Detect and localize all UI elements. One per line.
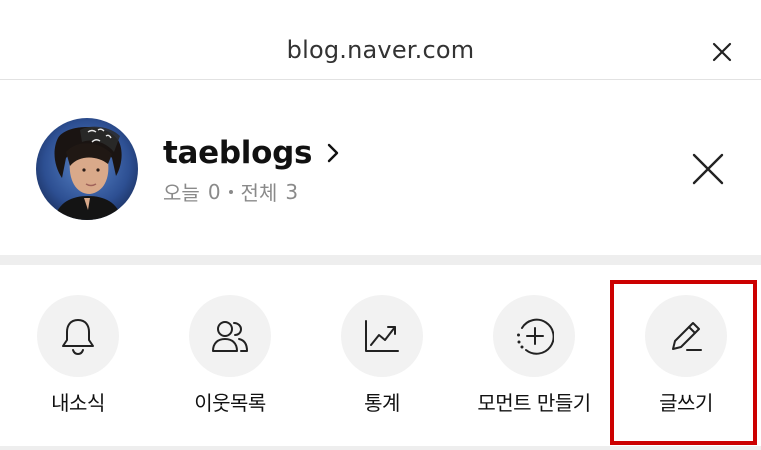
blog-title-link[interactable]: taeblogs <box>163 133 340 173</box>
bell-icon <box>62 319 94 356</box>
action-icon-circle <box>493 295 575 377</box>
action-icon-circle <box>37 295 119 377</box>
separator-dot <box>228 189 233 194</box>
visitor-stats: 오늘 0 전체 3 <box>163 177 298 206</box>
action-create-moment[interactable]: 모먼트 만들기 <box>459 295 609 425</box>
close-icon[interactable] <box>690 151 726 187</box>
avatar-image <box>36 118 138 220</box>
blog-name: taeblogs <box>163 135 313 171</box>
action-icon-circle <box>189 295 271 377</box>
action-menu: 내소식 이웃목록 통계 모먼트 만들기 글쓰기 <box>0 265 761 450</box>
action-icon-circle <box>341 295 423 377</box>
total-label: 전체 <box>240 181 278 205</box>
pencil-icon <box>672 322 702 351</box>
action-news[interactable]: 내소식 <box>3 295 153 425</box>
people-icon <box>212 321 248 352</box>
action-statistics[interactable]: 통계 <box>307 295 457 425</box>
action-label-write-post: 글쓰기 <box>659 391 713 415</box>
section-divider <box>0 255 761 265</box>
action-write-post[interactable]: 글쓰기 <box>611 295 761 425</box>
url-text: blog.naver.com <box>286 36 475 64</box>
browser-url-bar: blog.naver.com <box>0 0 761 80</box>
action-neighbors[interactable]: 이웃목록 <box>155 295 305 425</box>
profile-section: taeblogs 오늘 0 전체 3 <box>0 81 761 255</box>
bottom-divider <box>0 446 761 450</box>
avatar[interactable] <box>36 118 138 220</box>
chevron-right-icon <box>327 143 339 163</box>
today-count: 0 <box>207 179 221 204</box>
close-browser-icon[interactable] <box>710 40 734 64</box>
trending-chart-icon <box>365 320 399 352</box>
total-count: 3 <box>285 179 299 204</box>
action-icon-circle <box>645 295 727 377</box>
today-label: 오늘 <box>163 181 200 205</box>
add-moment-icon <box>517 318 554 355</box>
